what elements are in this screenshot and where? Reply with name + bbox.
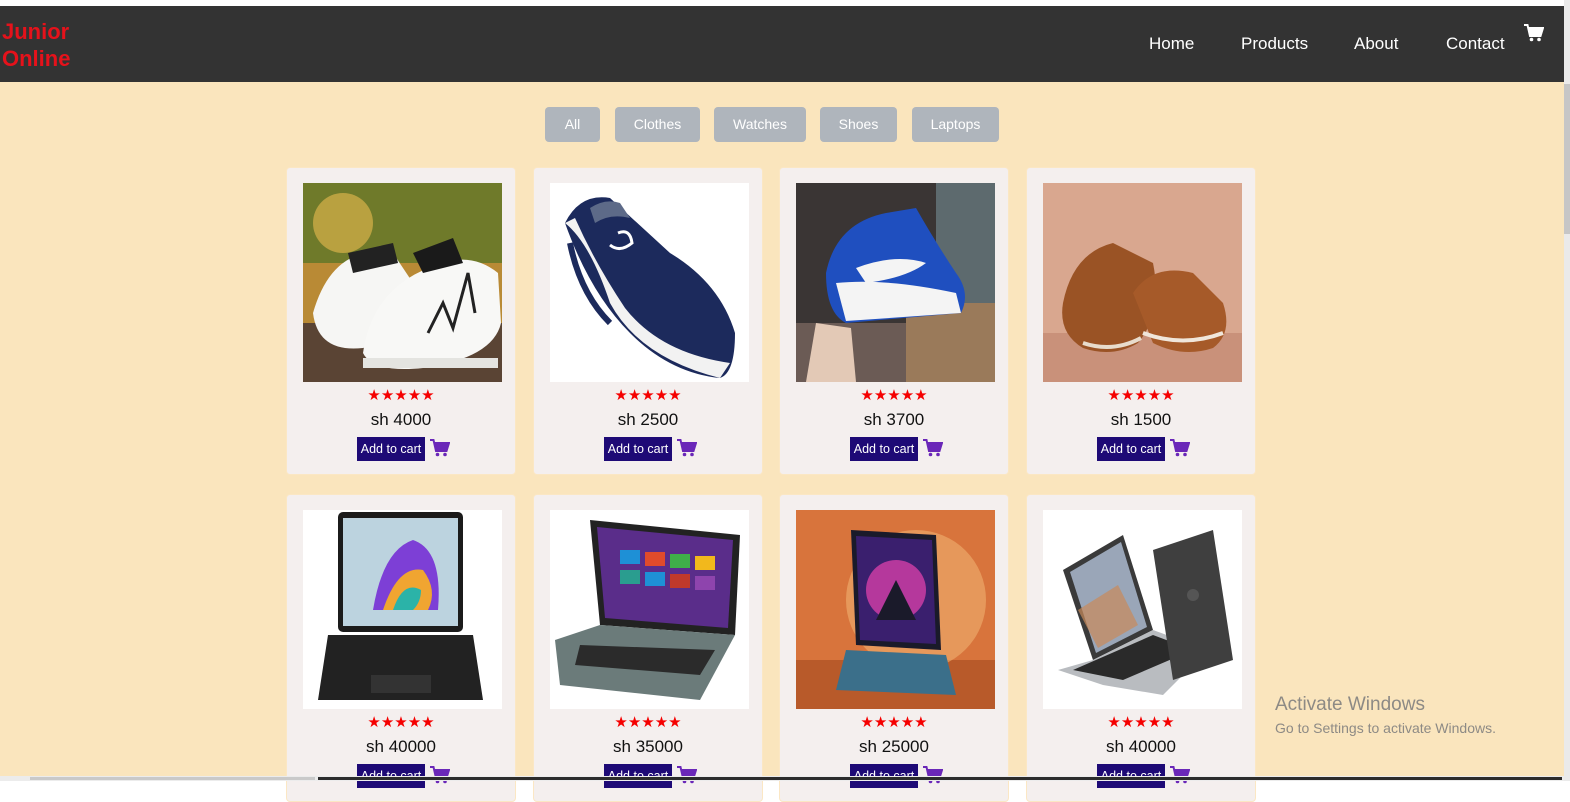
rating-stars: ★★★★★ xyxy=(1107,387,1175,404)
product-card: ★★★★★ sh 25000 Add to cart xyxy=(779,494,1009,802)
cart-row: Add to cart xyxy=(534,437,762,461)
watermark-subtitle: Go to Settings to activate Windows. xyxy=(1275,720,1496,736)
category-filter-bar: All Clothes Watches Shoes Laptops xyxy=(0,107,1564,142)
product-price: sh 3700 xyxy=(863,410,925,429)
add-to-cart-button[interactable]: Add to cart xyxy=(850,437,918,461)
product-card: ★★★★★ sh 2500 Add to cart xyxy=(533,167,763,475)
horizontal-scrollbar-thumb[interactable] xyxy=(318,777,1562,780)
product-image-navy-running-shoe[interactable] xyxy=(550,183,749,382)
cart-row: Add to cart xyxy=(1027,437,1255,461)
product-price: sh 25000 xyxy=(859,737,929,756)
product-price: sh 1500 xyxy=(1110,410,1172,429)
horizontal-scrollbar-segment xyxy=(30,777,315,780)
filter-watches-button[interactable]: Watches xyxy=(714,107,806,142)
product-card: ★★★★★ sh 40000 Add to cart xyxy=(1026,494,1256,802)
cart-row: Add to cart xyxy=(780,437,1008,461)
product-card: ★★★★★ sh 4000 Add to cart xyxy=(286,167,516,475)
windows-activation-watermark: Activate Windows Go to Settings to activ… xyxy=(1275,694,1496,738)
rating-stars: ★★★★★ xyxy=(860,714,928,731)
product-image-silver-windows-laptop[interactable] xyxy=(550,510,749,709)
product-image-black-laptop[interactable] xyxy=(303,510,502,709)
filter-shoes-button[interactable]: Shoes xyxy=(820,107,897,142)
product-price: sh 40000 xyxy=(1106,737,1176,756)
nav-links: Home Products About Contact xyxy=(0,34,1564,54)
vertical-scrollbar-thumb[interactable] xyxy=(1564,84,1570,234)
product-image-macbook-case[interactable] xyxy=(1043,510,1242,709)
product-price: sh 35000 xyxy=(613,737,683,756)
rating-stars: ★★★★★ xyxy=(367,387,435,404)
product-image-blue-white-high-top[interactable] xyxy=(796,183,995,382)
rating-stars: ★★★★★ xyxy=(1107,714,1175,731)
navbar: Junior Online Home Products About Contac… xyxy=(0,6,1564,82)
filter-clothes-button[interactable]: Clothes xyxy=(615,107,700,142)
add-to-cart-button[interactable]: Add to cart xyxy=(357,437,425,461)
product-card: ★★★★★ sh 35000 Add to cart xyxy=(533,494,763,802)
main-content: All Clothes Watches Shoes Laptops ★★★★★ … xyxy=(0,82,1564,802)
cart-icon[interactable] xyxy=(677,766,698,784)
nav-about-link[interactable]: About xyxy=(1354,34,1398,54)
product-card: ★★★★★ sh 1500 Add to cart xyxy=(1026,167,1256,475)
product-card: ★★★★★ sh 3700 Add to cart xyxy=(779,167,1009,475)
cart-icon[interactable] xyxy=(1170,439,1191,457)
cart-icon[interactable] xyxy=(923,766,944,784)
nav-contact-link[interactable]: Contact xyxy=(1446,34,1505,54)
product-price: sh 2500 xyxy=(617,410,679,429)
nav-products-link[interactable]: Products xyxy=(1241,34,1308,54)
add-to-cart-button[interactable]: Add to cart xyxy=(1097,437,1165,461)
cart-row: Add to cart xyxy=(287,437,515,461)
filter-laptops-button[interactable]: Laptops xyxy=(912,107,999,142)
cart-icon[interactable] xyxy=(430,439,451,457)
rating-stars: ★★★★★ xyxy=(860,387,928,404)
nav-home-link[interactable]: Home xyxy=(1149,34,1194,54)
rating-stars: ★★★★★ xyxy=(367,714,435,731)
product-price: sh 40000 xyxy=(366,737,436,756)
rating-stars: ★★★★★ xyxy=(614,714,682,731)
rating-stars: ★★★★★ xyxy=(614,387,682,404)
cart-icon[interactable] xyxy=(677,439,698,457)
nav-cart-icon[interactable] xyxy=(1524,24,1546,44)
cart-icon[interactable] xyxy=(430,766,451,784)
cart-icon[interactable] xyxy=(1170,766,1191,784)
watermark-title: Activate Windows xyxy=(1275,694,1425,715)
product-image-gaming-laptop[interactable] xyxy=(796,510,995,709)
product-image-brown-leather-shoes[interactable] xyxy=(1043,183,1242,382)
cart-icon[interactable] xyxy=(923,439,944,457)
product-price: sh 4000 xyxy=(370,410,432,429)
filter-all-button[interactable]: All xyxy=(545,107,600,142)
add-to-cart-button[interactable]: Add to cart xyxy=(604,437,672,461)
product-image-white-sneakers[interactable] xyxy=(303,183,502,382)
product-card: ★★★★★ sh 40000 Add to cart xyxy=(286,494,516,802)
